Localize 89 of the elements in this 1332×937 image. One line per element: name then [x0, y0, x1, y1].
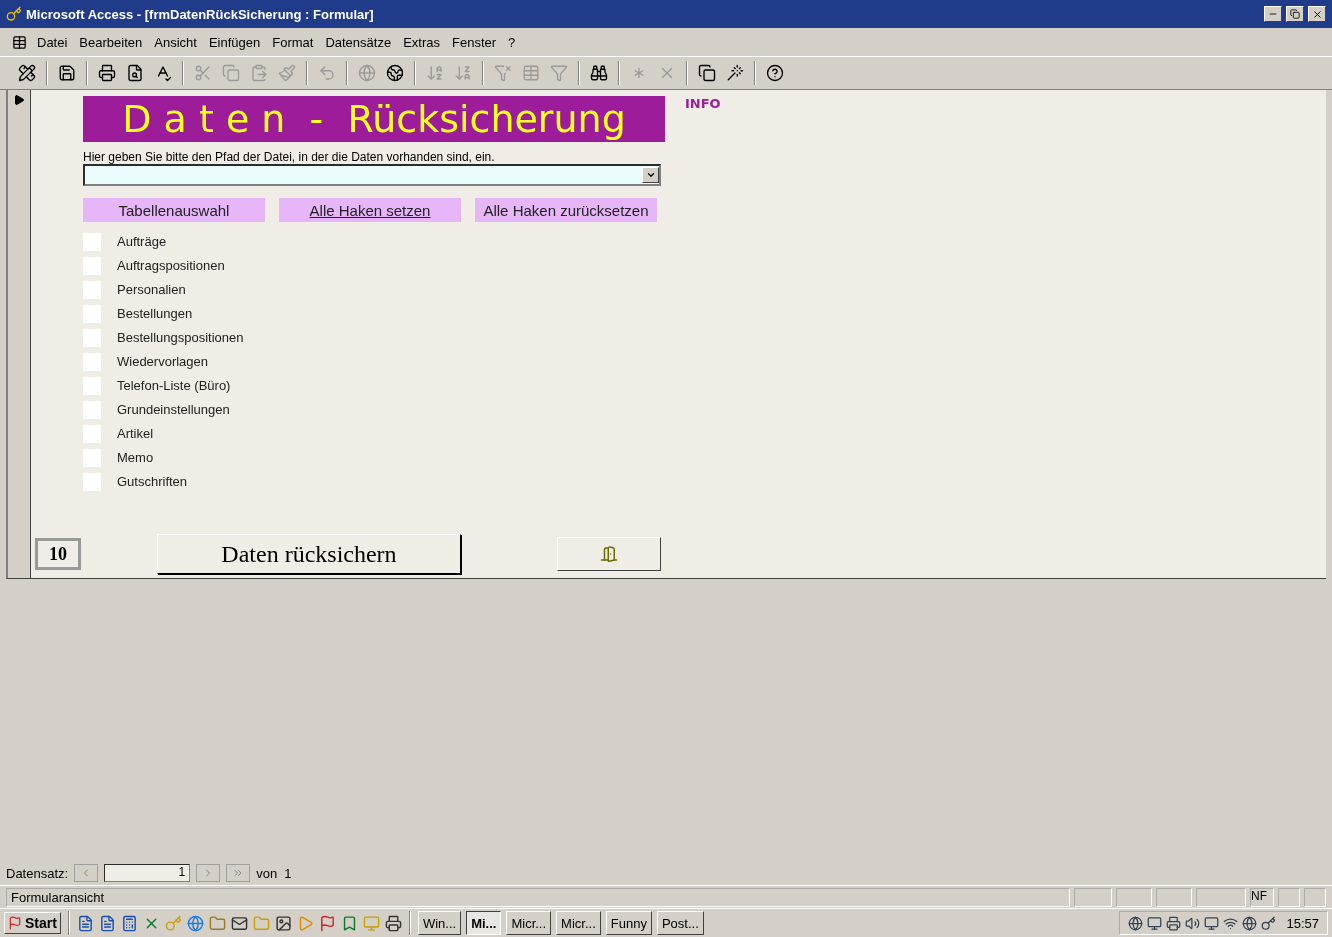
- taskbar-button[interactable]: Post...: [656, 911, 704, 935]
- tray-icon[interactable]: [1204, 915, 1220, 931]
- table-label: Grundeinstellungen: [117, 402, 230, 417]
- table-label: Memo: [117, 450, 154, 465]
- table-label: Bestellungen: [117, 306, 193, 321]
- taskbar-button[interactable]: Funny: [605, 911, 652, 935]
- table-label: Wiedervorlagen: [117, 354, 209, 369]
- record-label: Datensatz:: [6, 865, 69, 881]
- taskbar-button[interactable]: Micr...: [506, 911, 552, 935]
- table-label: Aufträge: [117, 234, 167, 249]
- table-checkbox[interactable]: [83, 472, 101, 491]
- paintbrush-icon[interactable]: [276, 62, 298, 84]
- menu-item[interactable]: Format: [266, 32, 320, 52]
- path-label: Hier geben Sie bitte den Pfad der Datei, in der die Daten vorhanden sind, ein.: [83, 150, 496, 164]
- tray-icon[interactable]: [1185, 915, 1201, 931]
- menu-item[interactable]: Fenster: [446, 32, 503, 52]
- browser-icon[interactable]: [186, 914, 204, 932]
- tray-icon[interactable]: [1261, 915, 1277, 931]
- table-checkbox[interactable]: [83, 280, 101, 299]
- record-pointer-icon: [13, 94, 25, 106]
- start-button[interactable]: Start: [4, 912, 61, 934]
- table-checkbox[interactable]: [83, 328, 101, 347]
- path-combo-field[interactable]: [83, 164, 661, 186]
- close-icon: [1311, 8, 1323, 20]
- table-action-button[interactable]: Alle Haken zurücksetzen: [475, 198, 657, 222]
- flag-icon[interactable]: [318, 914, 336, 932]
- table-checkbox[interactable]: [83, 232, 101, 251]
- mail-icon[interactable]: [230, 914, 248, 932]
- table-label: Gutschriften: [117, 474, 188, 489]
- menu-item[interactable]: Bearbeiten: [73, 32, 149, 52]
- table-checkbox[interactable]: [83, 424, 101, 443]
- restore-data-button[interactable]: Daten rücksichern: [157, 534, 461, 574]
- help-icon[interactable]: [764, 62, 786, 84]
- table-checkbox[interactable]: [83, 352, 101, 371]
- image-icon[interactable]: [274, 914, 292, 932]
- table-checkbox[interactable]: [83, 256, 101, 275]
- calculator-icon[interactable]: [120, 914, 138, 932]
- earth-icon[interactable]: [384, 62, 406, 84]
- dropdown-button[interactable]: [642, 167, 659, 183]
- flag-icon: [8, 916, 22, 930]
- menu-item[interactable]: Datei: [31, 32, 74, 52]
- globe-icon[interactable]: [356, 62, 378, 84]
- table-label: Telefon-Liste (Büro): [117, 378, 231, 393]
- printer-icon[interactable]: [96, 62, 118, 84]
- door-icon: [600, 545, 618, 563]
- tray-icon[interactable]: [1128, 915, 1144, 931]
- menu-item[interactable]: Datensätze: [319, 32, 398, 52]
- clock: 15:57: [1286, 915, 1319, 931]
- taskbar-button[interactable]: Win...: [417, 911, 462, 935]
- minimize-button[interactable]: [1264, 6, 1282, 22]
- info-link[interactable]: INFO: [685, 96, 721, 142]
- tray-icon[interactable]: [1242, 915, 1258, 931]
- close-button[interactable]: [1308, 6, 1326, 22]
- exit-button[interactable]: [557, 537, 661, 571]
- document-icon[interactable]: [76, 914, 94, 932]
- table-label: Personalien: [117, 282, 186, 297]
- menu-item[interactable]: ?: [502, 32, 522, 52]
- taskbar-button[interactable]: Mi...: [466, 911, 502, 935]
- menu-item[interactable]: Einfügen: [202, 32, 267, 52]
- menu-item[interactable]: Extras: [397, 32, 446, 52]
- restore-icon: [1290, 9, 1300, 19]
- record-number-field[interactable]: 1: [104, 864, 191, 882]
- table-checkbox[interactable]: [83, 400, 101, 419]
- status-text: Formularansicht: [6, 887, 1070, 907]
- printer-icon[interactable]: [384, 914, 402, 932]
- logo: 10: [35, 538, 81, 570]
- record-total: von 1: [256, 865, 292, 881]
- form-heading: D a t e n - Rücksicherung: [83, 96, 665, 142]
- taskbar-button[interactable]: Micr...: [556, 911, 601, 935]
- table-checkbox[interactable]: [83, 304, 101, 323]
- menu-item[interactable]: Ansicht: [148, 32, 203, 52]
- table-checkbox[interactable]: [83, 448, 101, 467]
- status-indicator: NF: [1250, 887, 1274, 907]
- caret-icon: [645, 170, 656, 180]
- table-label: Auftragspositionen: [117, 258, 225, 273]
- tray-icon[interactable]: [1166, 915, 1182, 931]
- table-action-button[interactable]: Alle Haken setzen: [279, 198, 461, 222]
- window-title: Microsoft Access - [frmDatenRückSicherung : Formular]: [26, 6, 375, 22]
- table-label: Bestellungspositionen: [117, 330, 244, 345]
- table-checkbox[interactable]: [83, 376, 101, 395]
- window-icon[interactable]: [696, 62, 718, 84]
- restore-button[interactable]: [1286, 6, 1304, 22]
- key-icon: [6, 6, 22, 22]
- ruler-icon[interactable]: [16, 62, 38, 84]
- copy-icon[interactable]: [220, 62, 242, 84]
- table-label: Artikel: [117, 426, 154, 441]
- table-action-button[interactable]: Tabellenauswahl: [83, 198, 265, 222]
- tray-icon[interactable]: [1147, 915, 1163, 931]
- tray-icon[interactable]: [1223, 915, 1239, 931]
